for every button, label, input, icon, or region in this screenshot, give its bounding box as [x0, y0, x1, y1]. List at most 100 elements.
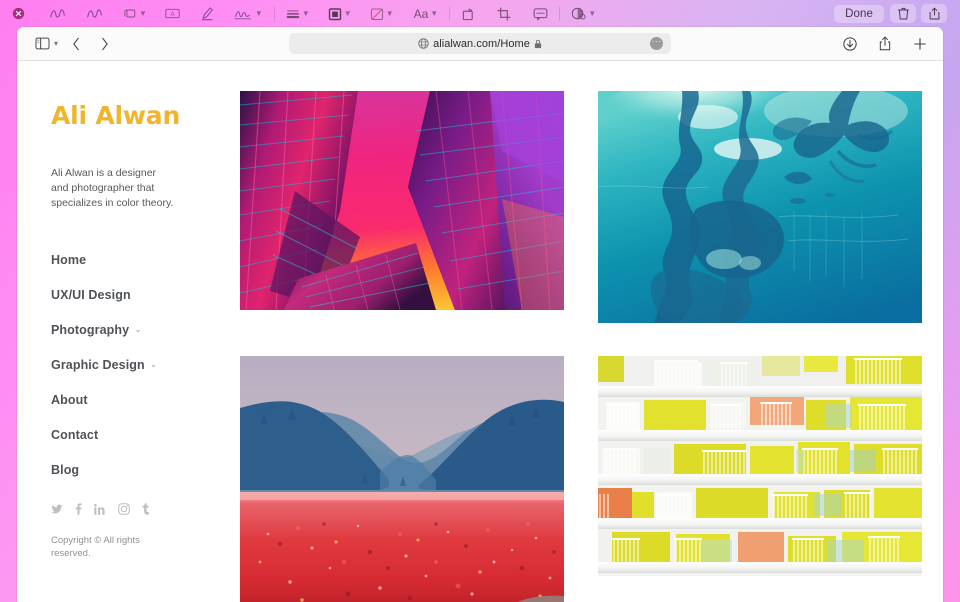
forward-button[interactable] — [91, 32, 117, 56]
crop-icon — [497, 6, 511, 21]
chevron-down-icon: ▼ — [385, 9, 394, 18]
page-content: Ali Alwan Ali Alwan is a designer and ph… — [17, 61, 943, 602]
browser-actions — [837, 32, 933, 56]
close-circle-icon — [12, 7, 25, 20]
nav-item-graphic-design[interactable]: Graphic Design ⌄ — [51, 358, 231, 372]
nav-label: Graphic Design — [51, 357, 145, 372]
sketch-tool-button[interactable] — [45, 3, 70, 25]
gallery-tile-cranberry-bog[interactable] — [240, 356, 564, 602]
chevron-down-icon: ▼ — [588, 9, 597, 18]
shape-style-button[interactable]: ▼ — [282, 3, 314, 25]
shapes-tool-button[interactable]: ▼ — [119, 3, 151, 25]
chevron-down-icon: ▼ — [301, 9, 310, 18]
adjust-color-button[interactable]: ▼ — [567, 3, 600, 25]
ellipsis-icon: ··· — [651, 36, 662, 46]
twitter-icon — [51, 504, 63, 514]
site-bio: Ali Alwan is a designer and photographer… — [51, 167, 174, 210]
draw-tool-button[interactable] — [82, 3, 107, 25]
yellow-balconies-image — [598, 356, 922, 576]
share-icon — [879, 36, 891, 51]
chevron-down-icon: ⌄ — [134, 324, 142, 335]
nav-label: About — [51, 392, 88, 407]
page-options-button[interactable]: ··· — [650, 37, 663, 50]
chevron-left-icon — [72, 37, 79, 50]
download-icon — [843, 36, 857, 51]
rotate-icon — [463, 8, 473, 20]
nav-item-home[interactable]: Home — [51, 253, 231, 267]
draw-icon — [87, 9, 102, 18]
browser-nav-controls: ▾ — [29, 32, 117, 56]
chevron-down-icon: ⌄ — [149, 359, 158, 370]
annotate-button[interactable] — [529, 3, 552, 25]
nav-item-contact[interactable]: Contact — [51, 428, 231, 442]
nav-label: Photography — [51, 322, 130, 337]
gallery-tile-underwater-swimmers[interactable] — [598, 91, 922, 323]
no-fill-square-icon — [370, 7, 383, 20]
chevron-down-icon: ▼ — [343, 9, 352, 18]
nav-item-photography[interactable]: Photography ⌄ — [51, 323, 231, 337]
back-button[interactable] — [63, 32, 89, 56]
toolbar-divider — [449, 6, 451, 21]
copyright-text: Copyright © All rights reserved. — [51, 534, 140, 559]
nav-label: Contact — [51, 427, 99, 442]
sidebar-icon — [34, 37, 50, 50]
nav-item-blog[interactable]: Blog — [51, 463, 231, 477]
browser-toolbar: ▾ alialwan.com/Home ··· — [17, 27, 943, 61]
border-color-button[interactable]: ▼ — [324, 3, 356, 25]
crop-button[interactable] — [493, 3, 515, 25]
underwater-swimmers-image — [598, 91, 922, 323]
aa-icon: Aa — [413, 6, 429, 21]
nav-label: Blog — [51, 462, 80, 477]
rotate-left-button[interactable] — [457, 3, 479, 25]
adjust-color-icon — [572, 7, 586, 20]
social-link-twitter[interactable] — [51, 502, 63, 520]
browser-window: ▾ alialwan.com/Home ··· Ali Alwan Ali Al… — [17, 27, 943, 602]
chevron-down-icon[interactable]: ▾ — [54, 39, 58, 48]
chevron-right-icon — [101, 37, 108, 50]
social-link-facebook[interactable] — [75, 502, 82, 520]
text-style-button[interactable]: Aa ▼ — [410, 3, 443, 25]
fill-color-button[interactable]: ▼ — [366, 3, 398, 25]
gallery-tile-neon-architecture[interactable] — [240, 91, 564, 310]
svg-text:A: A — [170, 11, 175, 18]
close-markup-button[interactable] — [8, 3, 29, 25]
linkedin-icon — [94, 503, 105, 515]
toolbar-divider — [559, 6, 561, 21]
new-tab-button[interactable] — [907, 32, 933, 56]
social-link-linkedin[interactable] — [94, 502, 106, 520]
chevron-down-icon: ▼ — [139, 9, 147, 18]
pen-icon — [201, 7, 213, 21]
site-sidebar: Ali Alwan Ali Alwan is a designer and ph… — [17, 61, 231, 602]
highlight-tool-button[interactable] — [196, 3, 218, 25]
lines-icon — [286, 9, 300, 18]
social-link-tumblr[interactable] — [142, 502, 150, 520]
sketch-icon — [50, 9, 65, 18]
nav-item-uxui-design[interactable]: UX/UI Design — [51, 288, 231, 302]
share-button[interactable] — [921, 4, 947, 23]
text-tool-button[interactable]: A — [161, 3, 184, 25]
shapes-icon — [124, 9, 136, 18]
gallery-tile-yellow-balconies[interactable] — [598, 356, 922, 576]
delete-button[interactable] — [890, 4, 916, 23]
share-page-button[interactable] — [872, 32, 898, 56]
nav-item-about[interactable]: About — [51, 393, 231, 407]
gallery-grid — [240, 91, 926, 602]
done-button[interactable]: Done — [834, 4, 884, 23]
signature-icon — [234, 10, 251, 19]
screenshot-root: ▼ A ▼ ▼ ▼ ▼ Aa ▼ ▼ Done ▾ alialwan.com/H… — [0, 0, 960, 602]
facebook-icon — [75, 502, 82, 515]
address-bar[interactable]: alialwan.com/Home ··· — [289, 33, 671, 54]
lock-icon — [534, 39, 542, 48]
chevron-down-icon: ▼ — [254, 9, 263, 18]
downloads-button[interactable] — [837, 32, 863, 56]
globe-icon — [418, 38, 429, 49]
signature-tool-button[interactable]: ▼ — [230, 3, 267, 25]
tumblr-icon — [142, 502, 149, 515]
plus-icon — [914, 37, 926, 50]
markup-toolbar: ▼ A ▼ ▼ ▼ ▼ Aa ▼ ▼ Done — [0, 0, 960, 27]
sidebar-toggle-button[interactable] — [29, 32, 55, 56]
social-link-instagram[interactable] — [118, 502, 130, 520]
trash-icon — [897, 7, 909, 20]
social-links — [51, 502, 231, 520]
site-nav: Home UX/UI Design Photography ⌄ Graphic … — [51, 253, 231, 477]
